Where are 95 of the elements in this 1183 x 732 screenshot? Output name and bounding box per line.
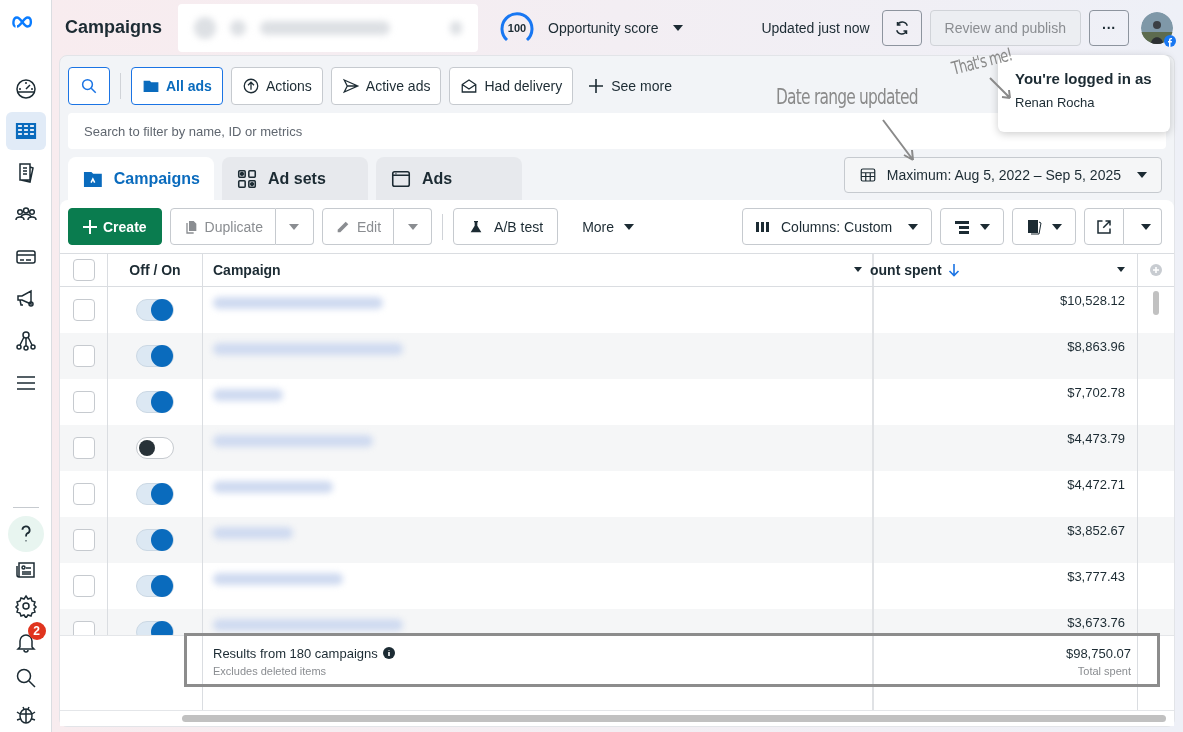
search-icon xyxy=(80,77,98,95)
plus-icon xyxy=(83,219,97,234)
amount-cell: $4,473.79 xyxy=(1067,430,1125,446)
caret-icon xyxy=(908,223,919,230)
documents-icon xyxy=(1026,218,1042,235)
results-note: Excludes deleted items xyxy=(213,664,327,677)
envelope-icon xyxy=(460,77,479,95)
select-all-checkbox[interactable] xyxy=(72,258,95,281)
opportunity-score-dropdown[interactable]: Opportunity score xyxy=(544,15,687,40)
filter-chip[interactable]: All ads xyxy=(131,67,223,105)
amount-cell: $7,702.78 xyxy=(1067,384,1125,400)
caret-icon xyxy=(672,24,683,31)
send-icon xyxy=(341,77,360,95)
breakdown-icon xyxy=(954,218,970,235)
refresh-button[interactable] xyxy=(881,9,922,46)
status-toggle[interactable] xyxy=(136,390,174,413)
facebook-badge-icon xyxy=(1164,34,1176,47)
caret-icon xyxy=(1140,223,1151,230)
handwritten-note: Date range updated xyxy=(776,84,918,109)
amount-cell: $4,472.71 xyxy=(1067,476,1125,492)
notification-badge: 2 xyxy=(27,622,46,640)
search-button[interactable] xyxy=(68,67,110,105)
filter-chip[interactable]: Had delivery xyxy=(449,67,574,105)
status-toggle[interactable] xyxy=(136,298,174,321)
row-checkbox[interactable] xyxy=(72,620,95,635)
caret-icon xyxy=(1052,223,1062,230)
scrollbar-thumb[interactable] xyxy=(1153,290,1159,315)
row-checkbox[interactable] xyxy=(72,574,95,597)
row-checkbox[interactable] xyxy=(72,436,95,459)
status-toggle[interactable] xyxy=(136,344,174,367)
amount-cell: $3,777.43 xyxy=(1067,568,1125,584)
amount-cell: $10,528.12 xyxy=(1059,292,1125,308)
settings-icon xyxy=(13,594,38,618)
upload-icon xyxy=(241,77,260,95)
amount-cell: $3,852.67 xyxy=(1067,522,1125,538)
total-label: Total spent xyxy=(1077,664,1131,677)
reports-dropdown[interactable] xyxy=(1012,208,1076,245)
filter-chip[interactable]: Active ads xyxy=(330,67,442,105)
account-name: Renan Rocha xyxy=(1015,95,1096,110)
caret-icon xyxy=(1137,172,1147,178)
level-tab[interactable]: Ad sets xyxy=(222,157,368,200)
caret-icon xyxy=(980,223,990,230)
amount-cell: $3,673.76 xyxy=(1067,614,1125,630)
scrollbar-thumb[interactable] xyxy=(182,714,1166,722)
filter-chip[interactable]: Actions xyxy=(230,67,323,105)
status-toggle[interactable] xyxy=(136,528,174,551)
export-button[interactable] xyxy=(1084,208,1124,245)
page-title: Campaigns xyxy=(65,17,163,38)
column-header[interactable]: Off / On xyxy=(129,261,181,278)
calendar-icon xyxy=(858,166,877,184)
create-button[interactable]: Create xyxy=(68,208,162,245)
avatar[interactable] xyxy=(1141,11,1173,44)
caret-icon[interactable] xyxy=(854,267,862,273)
search-field[interactable]: Search to filter by name, ID or metrics xyxy=(68,113,1166,149)
caret-icon[interactable] xyxy=(1117,267,1125,273)
status-toggle[interactable] xyxy=(136,482,174,505)
level-tab[interactable]: Campaigns xyxy=(68,157,214,200)
dropdown-button[interactable] xyxy=(1124,208,1162,245)
amount-cell: $8,863.96 xyxy=(1067,338,1125,354)
dashboard-icon xyxy=(13,77,38,101)
handwritten-note: That's me! xyxy=(949,43,1015,79)
caret-icon xyxy=(407,223,418,230)
status-toggle[interactable] xyxy=(136,436,174,459)
score-value: 100 xyxy=(506,21,528,34)
status-toggle[interactable] xyxy=(136,574,174,597)
nav-item[interactable]: 2 xyxy=(5,624,46,660)
more-dropdown[interactable]: More xyxy=(578,214,639,239)
tooltip-title: You're logged in as xyxy=(1015,70,1153,87)
breakdown-dropdown[interactable] xyxy=(940,208,1004,245)
see-more-button[interactable]: See more xyxy=(585,74,676,98)
caret-icon xyxy=(624,223,635,230)
columns-dropdown[interactable]: Columns: Custom xyxy=(742,208,932,245)
more-options-button[interactable]: ··· xyxy=(1089,9,1129,46)
grid-icon xyxy=(236,167,258,190)
update-status: Updated just now xyxy=(761,19,870,36)
plus-icon xyxy=(589,79,604,93)
column-header[interactable]: ount spent xyxy=(870,261,942,278)
total-amount: $98,750.07 xyxy=(1065,645,1131,661)
sort-arrow-icon[interactable] xyxy=(947,262,960,277)
nav-item[interactable] xyxy=(7,516,44,552)
row-checkbox[interactable] xyxy=(72,344,95,367)
leader-arrow xyxy=(988,76,1014,102)
info-icon[interactable] xyxy=(382,647,395,660)
network-icon xyxy=(13,329,38,353)
row-checkbox[interactable] xyxy=(72,390,95,413)
caret-icon xyxy=(289,223,300,230)
date-range-picker[interactable]: Maximum: Aug 5, 2022 – Sep 5, 2025 xyxy=(843,157,1162,193)
column-header[interactable]: Campaign xyxy=(213,261,281,278)
external-link-icon xyxy=(1095,217,1113,236)
results-summary: Results from 180 campaigns xyxy=(213,645,378,661)
row-checkbox[interactable] xyxy=(72,298,95,321)
ab-test-button[interactable]: A/B test xyxy=(453,208,559,245)
row-checkbox[interactable] xyxy=(72,528,95,551)
row-checkbox[interactable] xyxy=(72,482,95,505)
level-tab[interactable]: Ads xyxy=(376,157,522,200)
